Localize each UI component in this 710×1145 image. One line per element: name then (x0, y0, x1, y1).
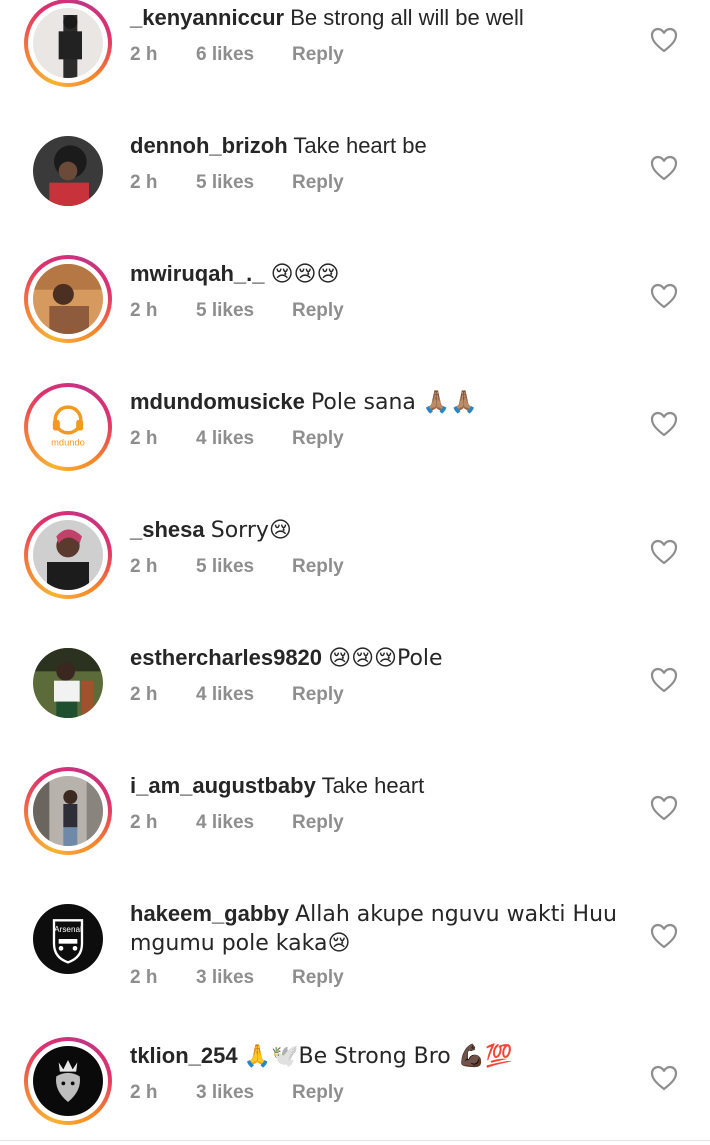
comment-text: esthercharles9820 😢😢😢Pole (130, 644, 630, 673)
heart-icon[interactable] (650, 539, 678, 565)
comment-text: dennoh_brizoh Take heart be (130, 132, 630, 160)
avatar[interactable] (24, 255, 112, 343)
reply-button[interactable]: Reply (292, 427, 344, 451)
heart-icon[interactable] (650, 411, 678, 437)
avatar[interactable] (24, 511, 112, 599)
comment-text: tklion_254 🙏🕊️Be Strong Bro 💪🏿💯 (130, 1042, 630, 1071)
avatar[interactable]: mdundo (24, 383, 112, 471)
reply-button[interactable]: Reply (292, 171, 344, 195)
comment-body: Pole sana 🙏🏽🙏🏽 (310, 390, 478, 415)
timestamp: 2 h (130, 172, 158, 193)
likes-count[interactable]: 3 likes (196, 1081, 292, 1105)
username[interactable]: dennoh_brizoh (130, 133, 288, 158)
arsenal-crest: Arsenal (33, 904, 103, 974)
comment-text: i_am_augustbaby Take heart (130, 772, 630, 800)
arsenal-crest-label: Arsenal (54, 925, 82, 934)
comment-body: 😢😢😢 (270, 262, 340, 287)
lion-crown-logo (33, 1046, 103, 1116)
timestamp: 2 h (130, 428, 158, 449)
likes-count[interactable]: 3 likes (196, 966, 292, 990)
comment-text: _shesa Sorry😢 (130, 516, 630, 545)
comment-body: Be strong all will be well (290, 5, 524, 30)
timestamp: 2 h (130, 967, 158, 988)
reply-button[interactable]: Reply (292, 555, 344, 579)
avatar[interactable] (24, 1037, 112, 1125)
comment-meta: 2 h 5 likes Reply (130, 299, 344, 323)
comment-body: Sorry😢 (210, 518, 292, 543)
heart-icon[interactable] (650, 923, 678, 949)
likes-count[interactable]: 4 likes (196, 683, 292, 707)
username[interactable]: esthercharles9820 (130, 645, 322, 670)
comment-body: Take heart be (293, 133, 427, 158)
username[interactable]: mwiruqah_._ (130, 261, 264, 286)
profile-photo (33, 520, 103, 590)
profile-photo (33, 648, 103, 718)
comment-meta: 2 h 6 likes Reply (130, 43, 344, 67)
profile-photo (33, 8, 103, 78)
likes-count[interactable]: 4 likes (196, 427, 292, 451)
avatar[interactable] (24, 127, 112, 215)
comment-body: 😢😢😢Pole (328, 646, 443, 671)
comment-meta: 2 h 4 likes Reply (130, 427, 344, 451)
username[interactable]: hakeem_gabby (130, 901, 289, 926)
comment-meta: 2 h 3 likes Reply (130, 1081, 344, 1105)
profile-photo (33, 264, 103, 334)
comment-text: mdundomusicke Pole sana 🙏🏽🙏🏽 (130, 388, 630, 417)
timestamp: 2 h (130, 556, 158, 577)
comment-body: Take heart (321, 773, 425, 798)
reply-button[interactable]: Reply (292, 811, 344, 835)
heart-icon[interactable] (650, 283, 678, 309)
username[interactable]: mdundomusicke (130, 389, 305, 414)
avatar[interactable]: Arsenal (24, 895, 112, 983)
likes-count[interactable]: 5 likes (196, 555, 292, 579)
comment-body: 🙏🕊️Be Strong Bro 💪🏿💯 (243, 1044, 513, 1069)
reply-button[interactable]: Reply (292, 43, 344, 67)
timestamp: 2 h (130, 300, 158, 321)
comment-text: mwiruqah_._ 😢😢😢 (130, 260, 630, 289)
profile-photo (33, 776, 103, 846)
likes-count[interactable]: 4 likes (196, 811, 292, 835)
reply-button[interactable]: Reply (292, 966, 344, 990)
reply-button[interactable]: Reply (292, 299, 344, 323)
heart-icon[interactable] (650, 155, 678, 181)
comment-text: _kenyanniccur Be strong all will be well (130, 4, 630, 32)
username[interactable]: _shesa (130, 517, 205, 542)
heart-icon[interactable] (650, 1065, 678, 1091)
comment-meta: 2 h 4 likes Reply (130, 811, 344, 835)
username[interactable]: tklion_254 (130, 1043, 238, 1068)
likes-count[interactable]: 5 likes (196, 171, 292, 195)
timestamp: 2 h (130, 684, 158, 705)
reply-button[interactable]: Reply (292, 1081, 344, 1105)
timestamp: 2 h (130, 1082, 158, 1103)
comment-meta: 2 h 5 likes Reply (130, 171, 344, 195)
divider (0, 1140, 710, 1141)
comment-meta: 2 h 3 likes Reply (130, 966, 344, 990)
profile-photo (33, 136, 103, 206)
avatar[interactable] (24, 767, 112, 855)
mdundo-logo: mdundo (33, 392, 103, 462)
username[interactable]: i_am_augustbaby (130, 773, 316, 798)
reply-button[interactable]: Reply (292, 683, 344, 707)
timestamp: 2 h (130, 44, 158, 65)
comment-meta: 2 h 4 likes Reply (130, 683, 344, 707)
heart-icon[interactable] (650, 667, 678, 693)
heart-icon[interactable] (650, 27, 678, 53)
mdundo-logo-label: mdundo (51, 438, 85, 448)
likes-count[interactable]: 5 likes (196, 299, 292, 323)
username[interactable]: _kenyanniccur (130, 5, 284, 30)
comment-meta: 2 h 5 likes Reply (130, 555, 344, 579)
comment-text: hakeem_gabby Allah akupe nguvu wakti Huu… (130, 900, 630, 958)
timestamp: 2 h (130, 812, 158, 833)
heart-icon[interactable] (650, 795, 678, 821)
avatar[interactable] (24, 639, 112, 727)
likes-count[interactable]: 6 likes (196, 43, 292, 67)
avatar[interactable] (24, 0, 112, 87)
